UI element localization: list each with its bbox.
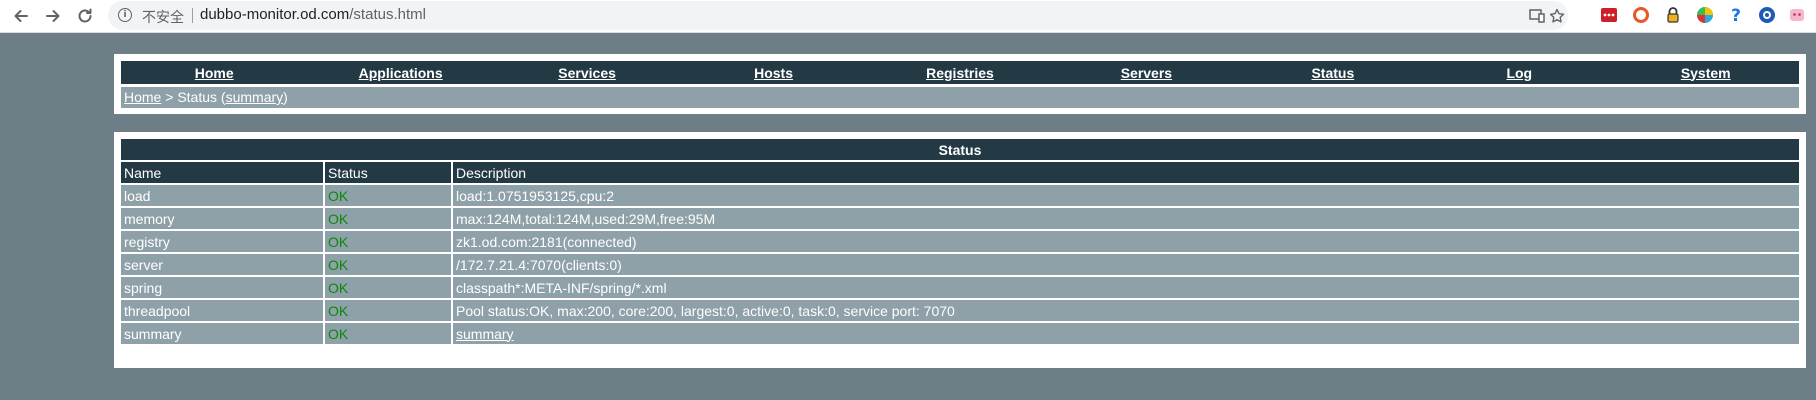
- menu-item-servers[interactable]: Servers: [1053, 65, 1239, 81]
- back-arrow-icon[interactable]: [8, 3, 34, 29]
- address-bar[interactable]: i 不安全 dubbo-monitor.od.com/status.html: [108, 1, 1568, 30]
- menu-item-hosts[interactable]: Hosts: [680, 65, 866, 81]
- menu-item-applications[interactable]: Applications: [307, 65, 493, 81]
- url-text[interactable]: dubbo-monitor.od.com/status.html: [200, 6, 426, 23]
- row-name: threadpool: [121, 300, 323, 321]
- row-status: OK: [325, 323, 451, 344]
- omnibox-separator: [192, 8, 193, 23]
- row-name: spring: [121, 277, 323, 298]
- status-table: Status Name Status Description load OK l…: [119, 137, 1801, 346]
- svg-text:?: ?: [1731, 6, 1741, 24]
- row-status: OK: [325, 300, 451, 321]
- column-header-description: Description: [453, 162, 1799, 183]
- menu-panel: Home Applications Services Hosts Registr…: [114, 54, 1806, 114]
- table-row: spring OK classpath*:META-INF/spring/*.x…: [121, 277, 1799, 298]
- row-status: OK: [325, 231, 451, 252]
- table-header-row: Name Status Description: [121, 162, 1799, 183]
- menu-item-registries[interactable]: Registries: [867, 65, 1053, 81]
- row-status: OK: [325, 185, 451, 206]
- cast-icon[interactable]: [1528, 7, 1546, 25]
- menu-item-log[interactable]: Log: [1426, 65, 1612, 81]
- row-description: summary: [453, 323, 1799, 344]
- ring-extension-icon[interactable]: [1632, 6, 1650, 24]
- row-description: /172.7.21.4:7070(clients:0): [453, 254, 1799, 275]
- status-panel: Status Name Status Description load OK l…: [114, 132, 1806, 368]
- main-menu: Home Applications Services Hosts Registr…: [121, 61, 1799, 85]
- url-host: dubbo-monitor.od.com: [200, 6, 350, 23]
- summary-link[interactable]: summary: [456, 326, 514, 342]
- row-status: OK: [325, 208, 451, 229]
- breadcrumb-open-paren: (: [217, 89, 226, 105]
- table-title-row: Status: [121, 139, 1799, 160]
- column-header-status: Status: [325, 162, 451, 183]
- table-row: threadpool OK Pool status:OK, max:200, c…: [121, 300, 1799, 321]
- row-description: classpath*:META-INF/spring/*.xml: [453, 277, 1799, 298]
- table-row: memory OK max:124M,total:124M,used:29M,f…: [121, 208, 1799, 229]
- breadcrumb: Home > Status (summary): [121, 87, 1799, 108]
- table-row: server OK /172.7.21.4:7070(clients:0): [121, 254, 1799, 275]
- breadcrumb-home-link[interactable]: Home: [124, 89, 161, 105]
- reload-icon[interactable]: [72, 3, 98, 29]
- menu-item-system[interactable]: System: [1613, 65, 1799, 81]
- pink-extension-icon[interactable]: [1788, 6, 1806, 24]
- security-label: 不安全: [142, 10, 184, 26]
- row-description: zk1.od.com:2181(connected): [453, 231, 1799, 252]
- row-description: Pool status:OK, max:200, core:200, large…: [453, 300, 1799, 321]
- breadcrumb-separator: >: [161, 89, 178, 105]
- row-description: max:124M,total:124M,used:29M,free:95M: [453, 208, 1799, 229]
- table-row: load OK load:1.0751953125,cpu:2: [121, 185, 1799, 206]
- row-name: registry: [121, 231, 323, 252]
- menu-item-home[interactable]: Home: [121, 65, 307, 81]
- table-row: summary OK summary: [121, 323, 1799, 344]
- status-table-title: Status: [121, 139, 1799, 160]
- lastpass-extension-icon[interactable]: [1600, 6, 1618, 24]
- bookmark-star-icon[interactable]: [1548, 7, 1566, 25]
- colorful-extension-icon[interactable]: [1696, 6, 1714, 24]
- breadcrumb-close-paren: ): [283, 89, 288, 105]
- page-content: Home Applications Services Hosts Registr…: [0, 33, 1816, 400]
- row-status: OK: [325, 254, 451, 275]
- url-path: /status.html: [349, 6, 426, 23]
- menu-item-status[interactable]: Status: [1240, 65, 1426, 81]
- breadcrumb-current: Status: [177, 89, 218, 105]
- table-row: registry OK zk1.od.com:2181(connected): [121, 231, 1799, 252]
- row-status: OK: [325, 277, 451, 298]
- row-name: load: [121, 185, 323, 206]
- breadcrumb-summary-link[interactable]: summary: [226, 89, 284, 105]
- column-header-name: Name: [121, 162, 323, 183]
- browser-toolbar: i 不安全 dubbo-monitor.od.com/status.html ?: [0, 0, 1816, 33]
- row-name: server: [121, 254, 323, 275]
- help-question-icon[interactable]: ?: [1727, 6, 1745, 24]
- info-icon[interactable]: i: [118, 8, 132, 22]
- menu-item-services[interactable]: Services: [494, 65, 680, 81]
- row-description: load:1.0751953125,cpu:2: [453, 185, 1799, 206]
- forward-arrow-icon[interactable]: [40, 3, 66, 29]
- row-name: memory: [121, 208, 323, 229]
- blue-extension-icon[interactable]: [1758, 6, 1776, 24]
- lock-extension-icon[interactable]: [1664, 6, 1682, 24]
- row-name: summary: [121, 323, 323, 344]
